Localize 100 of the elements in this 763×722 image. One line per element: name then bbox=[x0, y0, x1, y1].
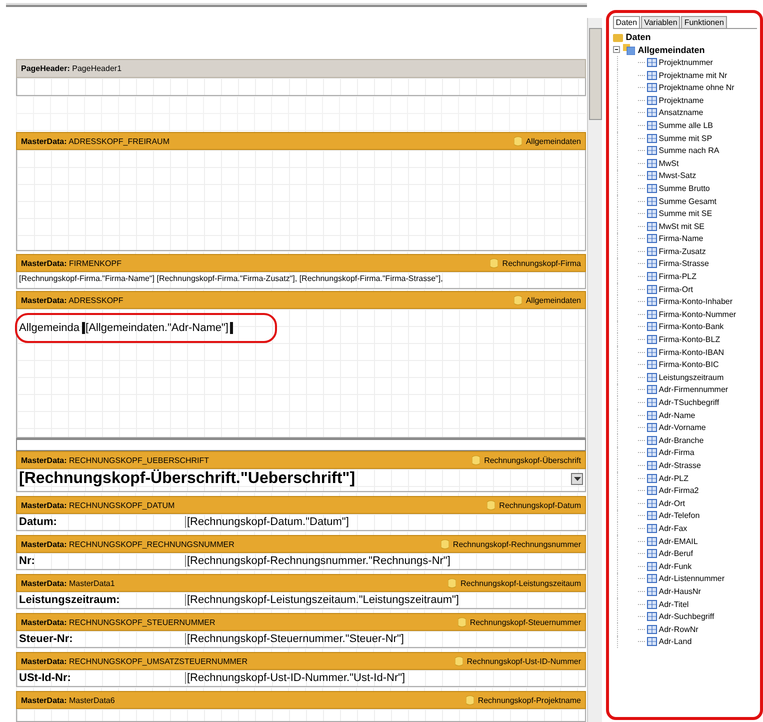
tree-item[interactable]: Firma-Ort bbox=[658, 284, 693, 294]
band-header[interactable]: MasterData: ADRESSKOPF_FREIRAUM Allgemeindaten bbox=[16, 132, 586, 150]
tree-item[interactable]: Adr-EMAIL bbox=[658, 536, 698, 546]
tree-item[interactable]: Summe nach RA bbox=[658, 146, 720, 156]
tree-item[interactable]: Daten bbox=[626, 32, 651, 42]
tree-item[interactable]: Adr-Firmennummer bbox=[658, 385, 728, 394]
tree-item[interactable]: Firma-PLZ bbox=[658, 272, 697, 282]
tree-item[interactable]: Adr-Firma2 bbox=[658, 486, 699, 496]
data-field[interactable]: [Rechnungskopf-Rechnungsnummer."Rechnungs-Nr"] bbox=[185, 555, 450, 567]
dropdown-button[interactable] bbox=[571, 473, 583, 485]
tree-item[interactable]: Summe Brutto bbox=[658, 184, 710, 193]
tree-item[interactable]: Adr-HausNr bbox=[658, 586, 701, 596]
tree-item[interactable]: Firma-Konto-BLZ bbox=[658, 335, 720, 344]
band-header[interactable]: MasterData: RECHNUNGSKOPF_UMSATZSTEUERNUMMER Rechnungskopf-Ust-ID-Nummer bbox=[16, 652, 586, 670]
tree-item[interactable]: Projektname mit Nr bbox=[658, 70, 728, 80]
tree-item[interactable]: Firma-Konto-Nummer bbox=[658, 310, 736, 319]
tree-item[interactable]: Adr-RowNr bbox=[658, 624, 698, 634]
label-field[interactable]: Datum: bbox=[17, 516, 185, 528]
tab[interactable]: Daten bbox=[612, 16, 640, 28]
tree-item[interactable]: Firma-Konto-BIC bbox=[658, 360, 719, 370]
tree-item[interactable]: Projektnummer bbox=[658, 58, 713, 67]
label-field[interactable]: Allgemeinda bbox=[17, 322, 85, 334]
tree-item[interactable]: Summe Gesamt bbox=[658, 196, 717, 206]
field-icon bbox=[646, 385, 657, 394]
scrollbar[interactable] bbox=[586, 18, 602, 722]
database-icon bbox=[440, 539, 449, 549]
band-header[interactable]: MasterData: RECHNUNGSKOPF_UEBERSCHRIFT Rechnungskopf-Überschrift bbox=[16, 451, 586, 469]
band-title: MasterData: RECHNUNGSKOPF_STEUERNUMMER bbox=[21, 618, 216, 626]
data-field[interactable]: [Rechnungskopf-Steuernummer."Steuer-Nr"] bbox=[185, 633, 404, 645]
data-field[interactable]: [Rechnungskopf-Datum."Datum"] bbox=[185, 516, 349, 528]
data-field[interactable]: [Rechnungskopf-Ust-ID-Nummer."Ust-Id-Nr"] bbox=[185, 672, 406, 684]
field-icon bbox=[646, 134, 657, 143]
tree-item[interactable]: Adr-TSuchbegriff bbox=[658, 398, 720, 408]
tree-item[interactable]: Adr-Titel bbox=[658, 600, 689, 609]
caret-icon bbox=[574, 476, 580, 482]
scrollbar-thumb[interactable] bbox=[588, 28, 602, 120]
field-icon bbox=[646, 511, 657, 520]
label-field[interactable]: Leistungszeitraum: bbox=[17, 594, 185, 606]
band-header[interactable]: MasterData: RECHNUNGSKOPF_STEUERNUMMER Rechnungskopf-Steuernummer bbox=[16, 613, 586, 631]
heading-field[interactable]: [Rechnungskopf-Überschrift."Ueberschrift"] bbox=[19, 470, 356, 488]
tree-item[interactable]: Adr-Strasse bbox=[658, 460, 701, 470]
tree-item[interactable]: Summe mit SP bbox=[658, 134, 712, 143]
band-source-name: Rechnungskopf-Ust-ID-Nummer bbox=[466, 656, 581, 666]
collapse-toggle[interactable] bbox=[612, 46, 620, 54]
tree-item[interactable]: Firma-Konto-Inhaber bbox=[658, 297, 733, 306]
band-header[interactable]: PageHeader: PageHeader1 bbox=[16, 59, 586, 78]
label-field[interactable]: Steuer-Nr: bbox=[17, 633, 185, 645]
label-field[interactable]: Nr: bbox=[17, 555, 185, 567]
tree-item[interactable]: Adr-Telefon bbox=[658, 511, 700, 520]
folder-icon bbox=[612, 32, 623, 42]
field-icon bbox=[646, 171, 657, 180]
tab[interactable]: Funktionen bbox=[681, 16, 727, 28]
tree-item[interactable]: Adr-Branche bbox=[658, 436, 704, 445]
tab[interactable]: Variablen bbox=[641, 16, 680, 28]
band-title: MasterData: FIRMENKOPF bbox=[21, 258, 122, 268]
tree-item[interactable]: MwSt mit SE bbox=[658, 222, 705, 231]
field-icon bbox=[646, 209, 657, 218]
tree-item[interactable]: MwSt bbox=[658, 158, 679, 168]
band-source-name: Rechnungskopf-Datum bbox=[499, 500, 581, 510]
data-field[interactable]: [Allgemeindaten."Adr-Name"] bbox=[84, 322, 234, 334]
tree-item[interactable]: Adr-Firma bbox=[658, 448, 694, 458]
data-field[interactable]: [Rechnungskopf-Leistungszeitaum."Leistungszeitraum"] bbox=[185, 594, 459, 606]
tree-item[interactable]: Adr-PLZ bbox=[658, 474, 689, 483]
tree-item[interactable]: Adr-Land bbox=[658, 637, 692, 646]
tree-item[interactable]: Adr-Funk bbox=[658, 562, 692, 571]
tree-item[interactable]: Firma-Zusatz bbox=[658, 246, 706, 256]
field-icon bbox=[646, 574, 657, 584]
tree-item[interactable]: Summe alle LB bbox=[658, 120, 713, 130]
tree-item[interactable]: Adr-Suchbegriff bbox=[658, 612, 714, 622]
text-field[interactable]: [Rechnungskopf-Firma."Firma-Name"] [Rechnungskopf-Firma."Firma-Zusatz"], [Rechnungskopf-Firma."Firma-Strasse"], bbox=[17, 272, 585, 285]
tree-item[interactable]: Firma-Name bbox=[658, 234, 704, 244]
tree-item[interactable]: Leistungszeitraum bbox=[658, 372, 724, 382]
tree-item[interactable]: Firma-Konto-Bank bbox=[658, 322, 724, 332]
band-title: MasterData: MasterData6 bbox=[21, 696, 115, 704]
tree-item[interactable]: Summe mit SE bbox=[658, 209, 712, 218]
band-header[interactable]: MasterData: ADRESSKOPF Allgemeindaten bbox=[16, 291, 586, 309]
tree-item[interactable]: Adr-Name bbox=[658, 410, 696, 420]
field-icon bbox=[646, 284, 657, 294]
field-icon bbox=[646, 612, 657, 622]
tree-item[interactable]: Firma-Strasse bbox=[658, 259, 709, 268]
band-header[interactable]: MasterData: FIRMENKOPF Rechnungskopf-Firma bbox=[16, 254, 586, 272]
tree-item[interactable]: Mwst-Satz bbox=[658, 171, 696, 180]
tree-item[interactable]: Firma-Konto-IBAN bbox=[658, 348, 724, 357]
band-title: MasterData: ADRESSKOPF_FREIRAUM bbox=[21, 136, 170, 146]
field-icon bbox=[646, 624, 657, 634]
band-header[interactable]: MasterData: MasterData6 Rechnungskopf-Projektname bbox=[16, 691, 586, 709]
band-header[interactable]: MasterData: RECHNUNGSKOPF_RECHNUNGSNUMMER Rechnungskopf-Rechnungsnummer bbox=[16, 535, 586, 553]
tree-item[interactable]: Allgemeindaten bbox=[638, 44, 705, 55]
tree-item[interactable]: Adr-Ort bbox=[658, 498, 685, 508]
label-field[interactable]: USt-Id-Nr: bbox=[17, 672, 185, 684]
tree-item[interactable]: Adr-Fax bbox=[658, 524, 688, 533]
band-header[interactable]: MasterData: RECHNUNGSKOPF_DATUM Rechnungskopf-Datum bbox=[16, 496, 586, 514]
tree-item[interactable]: Ansatzname bbox=[658, 108, 704, 118]
tree-item[interactable]: Adr-Beruf bbox=[658, 549, 693, 558]
tree-item[interactable]: Projektname ohne Nr bbox=[658, 83, 734, 92]
database-icon bbox=[514, 136, 522, 146]
tree-item[interactable]: Projektname bbox=[658, 96, 704, 105]
band-header[interactable]: MasterData: MasterData1 Rechnungskopf-Leistungszeitaum bbox=[16, 574, 586, 592]
tree-item[interactable]: Adr-Vorname bbox=[658, 423, 706, 432]
tree-item[interactable]: Adr-Listennummer bbox=[658, 574, 725, 584]
